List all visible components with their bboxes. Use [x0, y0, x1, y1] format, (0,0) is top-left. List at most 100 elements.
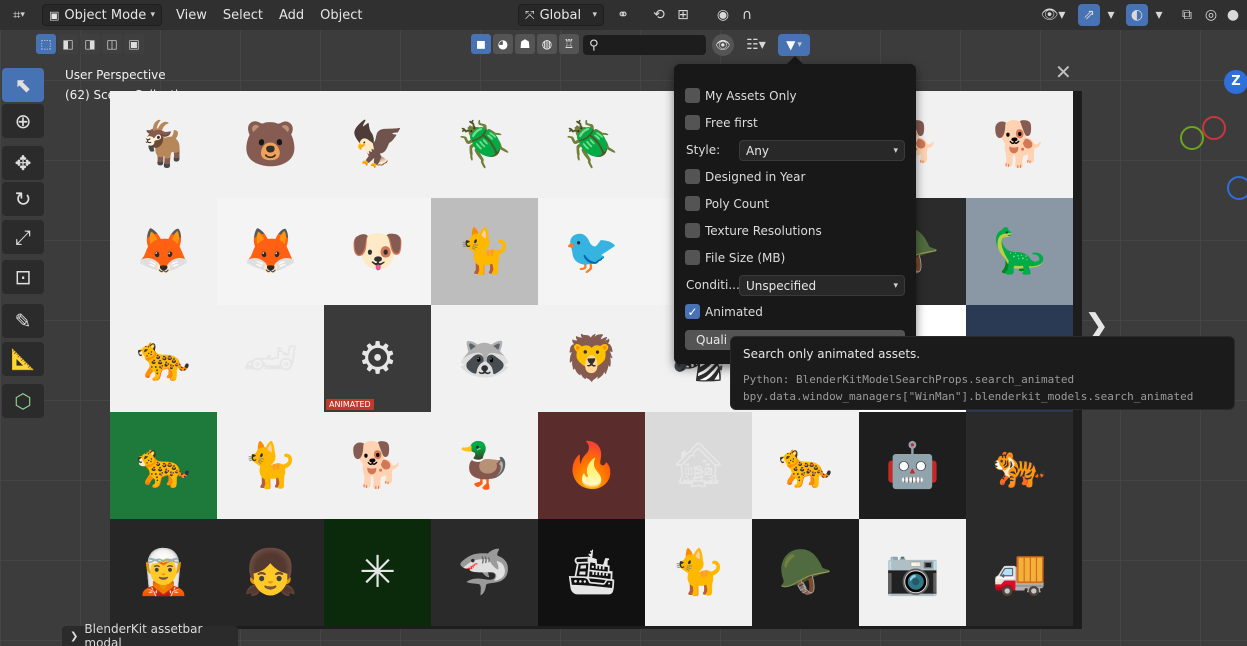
asset-thumbnail[interactable]: 🪖: [752, 519, 859, 626]
select-intersect-icon[interactable]: ▣: [124, 34, 144, 54]
gizmo-z-axis[interactable]: Z: [1224, 70, 1247, 94]
overlays-toggle-icon[interactable]: ◐: [1126, 4, 1148, 26]
transform-tool-icon[interactable]: ⊡: [2, 260, 44, 294]
asset-thumbnail-icon: 🦊: [243, 225, 298, 277]
asset-type-hdri-icon[interactable]: ◍: [537, 34, 557, 54]
search-input[interactable]: ⚲: [583, 35, 706, 55]
asset-thumbnail[interactable]: 🐈: [431, 198, 538, 305]
asset-thumbnail[interactable]: 🤖: [859, 412, 966, 519]
move-tool-icon[interactable]: ✥: [2, 146, 44, 180]
hierarchy-icon[interactable]: ☷▾: [738, 34, 774, 56]
editor-type-button[interactable]: ⌗ ▾: [4, 4, 34, 26]
menu-view[interactable]: View: [168, 8, 215, 23]
add-cube-tool-icon[interactable]: ⬡: [2, 384, 44, 418]
menu-select[interactable]: Select: [215, 8, 271, 23]
gizmo-x-axis[interactable]: [1202, 116, 1226, 140]
asset-thumbnail[interactable]: 🐦: [538, 198, 645, 305]
measure-tool-icon[interactable]: 📐: [2, 342, 44, 376]
menu-object[interactable]: Object: [312, 8, 370, 23]
asset-thumbnail[interactable]: ✳: [324, 519, 431, 626]
gizmo-toggle-icon[interactable]: ⇗: [1078, 4, 1100, 26]
select-invert-icon[interactable]: ◫: [102, 34, 122, 54]
asset-thumbnail[interactable]: 🐈: [217, 412, 324, 519]
asset-thumbnail[interactable]: 🐕: [966, 91, 1073, 198]
rotate-tool-icon[interactable]: ↻: [2, 182, 44, 216]
asset-thumbnail[interactable]: 🐈: [645, 519, 752, 626]
poly-count-checkbox[interactable]: Poly Count: [685, 196, 769, 211]
asset-thumbnail[interactable]: 👧: [217, 519, 324, 626]
asset-thumbnail[interactable]: 🦕: [966, 198, 1073, 305]
asset-thumbnail[interactable]: 🏎: [217, 305, 324, 412]
asset-thumbnail[interactable]: 🐆: [110, 305, 217, 412]
chevron-down-icon[interactable]: ▾: [1100, 4, 1122, 26]
quality-label: Quali: [696, 333, 728, 347]
asset-thumbnail[interactable]: ⚙ ANIMATED: [324, 305, 431, 412]
asset-thumbnail[interactable]: 🧝: [110, 519, 217, 626]
cursor-tool-icon[interactable]: ⊕: [2, 104, 44, 138]
wireframe-shading-icon[interactable]: ◎: [1200, 4, 1222, 26]
chevron-down-icon[interactable]: ▾: [1148, 4, 1170, 26]
scale-tool-icon[interactable]: ⤢: [2, 220, 44, 254]
asset-thumbnail[interactable]: 🪲: [538, 91, 645, 198]
select-box-tool-icon[interactable]: ⬉: [2, 68, 44, 102]
asset-type-model-icon[interactable]: ◼: [471, 34, 491, 54]
file-size-checkbox[interactable]: File Size (MB): [685, 250, 785, 265]
select-new-icon[interactable]: ⬚: [36, 34, 56, 54]
visibility-icon[interactable]: 👁▾: [1036, 4, 1070, 26]
asset-thumbnail-icon: 🏚: [670, 439, 727, 491]
select-subtract-icon[interactable]: ◨: [80, 34, 100, 54]
asset-thumbnail[interactable]: 🔥: [538, 412, 645, 519]
asset-thumbnail[interactable]: 🦅: [324, 91, 431, 198]
asset-thumbnail[interactable]: 🦝: [431, 305, 538, 412]
annotate-tool-icon[interactable]: ✎: [2, 304, 44, 338]
gizmo-y-axis[interactable]: [1180, 126, 1204, 150]
close-icon[interactable]: ✕: [1055, 60, 1072, 84]
designed-in-year-checkbox[interactable]: Designed in Year: [685, 169, 805, 184]
operator-panel-header[interactable]: ❯ BlenderKit assetbar modal: [62, 622, 238, 646]
asset-thumbnail[interactable]: 🐐: [110, 91, 217, 198]
asset-thumbnail[interactable]: 🏚: [645, 412, 752, 519]
asset-thumbnail[interactable]: 🦈: [431, 519, 538, 626]
xray-icon[interactable]: ⧉: [1176, 4, 1198, 26]
asset-thumbnail[interactable]: 📷: [859, 519, 966, 626]
checkbox-icon: [685, 223, 700, 238]
snap-target-icon[interactable]: ⊞: [672, 4, 694, 26]
filter-button[interactable]: ▼ ▾: [778, 34, 810, 56]
asset-thumbnail[interactable]: 🦊: [217, 198, 324, 305]
eye-icon[interactable]: 👁: [712, 34, 734, 56]
transform-orientation-dropdown[interactable]: ⤧ Global ▾: [518, 4, 604, 26]
asset-thumbnail[interactable]: 🐅: [966, 412, 1073, 519]
style-dropdown[interactable]: Any ▾: [739, 140, 905, 161]
asset-thumbnail[interactable]: 🚚: [966, 519, 1073, 626]
asset-thumbnail[interactable]: 🪲: [431, 91, 538, 198]
asset-thumbnail[interactable]: 🐕: [324, 412, 431, 519]
asset-type-brush-icon[interactable]: ♖: [559, 34, 579, 54]
asset-thumbnail[interactable]: 🐆: [110, 412, 217, 519]
poly-count-label: Poly Count: [705, 196, 770, 211]
falloff-icon[interactable]: ∩: [736, 4, 758, 26]
free-first-checkbox[interactable]: Free first: [685, 115, 758, 130]
asset-type-material-icon[interactable]: ◕: [493, 34, 513, 54]
proportional-edit-icon[interactable]: ◉: [712, 4, 734, 26]
solid-shading-icon[interactable]: ●: [1222, 4, 1244, 26]
asset-type-scene-icon[interactable]: ☗: [515, 34, 535, 54]
condition-dropdown[interactable]: Unspecified ▾: [739, 275, 905, 296]
my-assets-only-checkbox[interactable]: My Assets Only: [685, 88, 797, 103]
asset-thumbnail[interactable]: 🦁: [538, 305, 645, 412]
texture-resolutions-checkbox[interactable]: Texture Resolutions: [685, 223, 822, 238]
pivot-point-icon[interactable]: ⚭: [612, 4, 634, 26]
asset-thumbnail[interactable]: 🦆: [431, 412, 538, 519]
asset-thumbnail[interactable]: 🐆: [752, 412, 859, 519]
asset-thumbnail[interactable]: 🦊: [110, 198, 217, 305]
asset-thumbnail[interactable]: 🐻: [217, 91, 324, 198]
snap-icon[interactable]: ⟲: [648, 4, 670, 26]
mode-dropdown[interactable]: ▣ Object Mode ▾: [42, 4, 162, 26]
menu-add[interactable]: Add: [271, 8, 312, 23]
free-first-label: Free first: [705, 115, 758, 130]
gizmo-neg-z-axis[interactable]: [1227, 176, 1247, 200]
animated-checkbox[interactable]: ✓ Animated: [685, 304, 763, 319]
asset-thumbnail[interactable]: 🛳: [538, 519, 645, 626]
select-extend-icon[interactable]: ◧: [58, 34, 78, 54]
asset-thumbnail[interactable]: 🐶: [324, 198, 431, 305]
tooltip-python-data-path: bpy.data.window_managers["WinMan"].blend…: [743, 390, 1194, 403]
